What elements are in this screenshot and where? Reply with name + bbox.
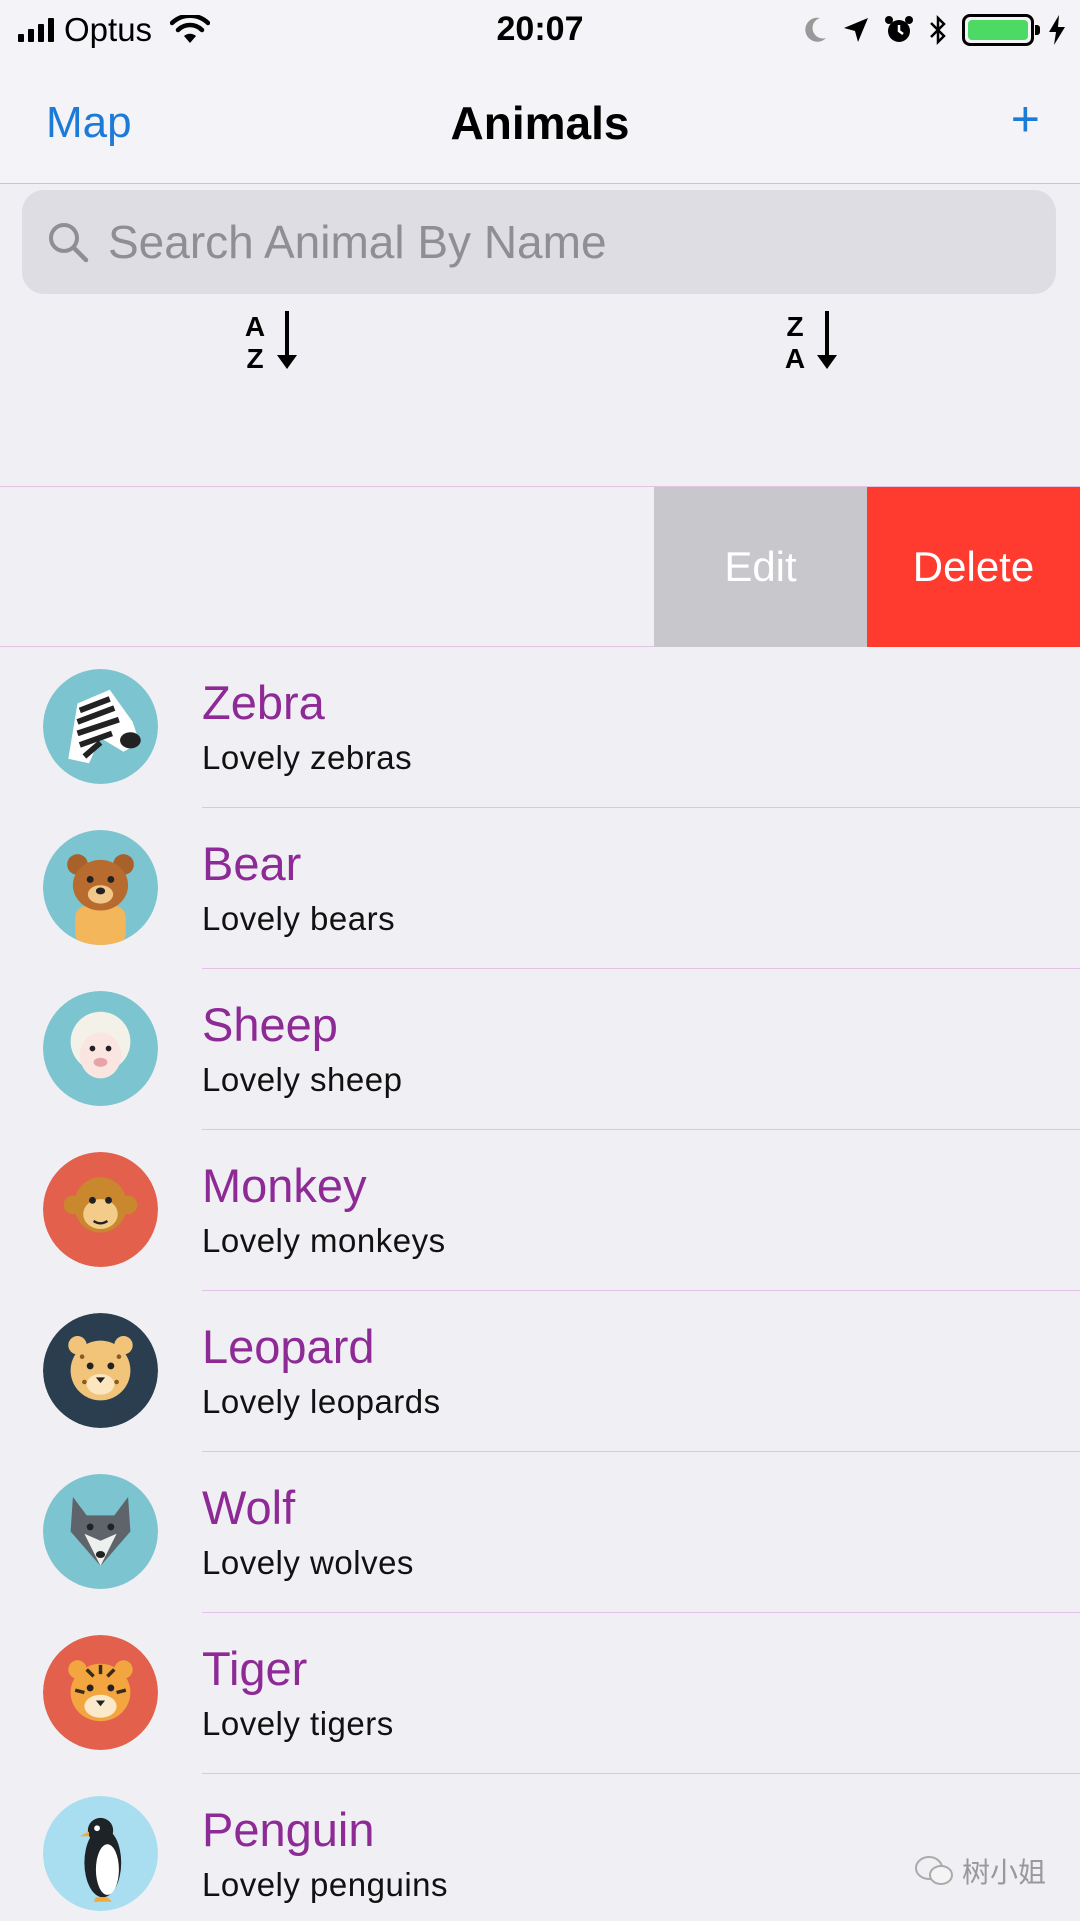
animal-description: Lovely wolves	[202, 1544, 414, 1581]
navigation-bar: Map Animals +	[0, 60, 1080, 184]
arrow-down-icon	[277, 311, 297, 369]
alarm-icon	[885, 16, 913, 42]
table-row[interactable]: Zebra Lovely zebras	[0, 647, 1080, 808]
animal-name: Leopard	[202, 1320, 375, 1373]
sheep-icon	[43, 991, 158, 1106]
animal-description: Lovely monkeys	[202, 1222, 446, 1259]
penguin-icon	[43, 1796, 158, 1911]
edit-button[interactable]: Edit	[654, 487, 867, 647]
search-bar[interactable]	[22, 190, 1056, 294]
table-row[interactable]: Leopard Lovely leopards	[0, 1291, 1080, 1452]
animal-description: Lovely leopards	[202, 1383, 441, 1420]
animal-name: Monkey	[202, 1159, 367, 1212]
table-row[interactable]: Monkey Lovely monkeys	[0, 1130, 1080, 1291]
tiger-icon	[43, 1635, 158, 1750]
animal-name: Bear	[202, 837, 302, 890]
table-row[interactable]: Tiger Lovely tigers	[0, 1613, 1080, 1774]
swiped-table-row[interactable]: Edit Delete	[0, 486, 1080, 647]
arrow-down-icon	[817, 311, 837, 369]
table-row[interactable]: Wolf Lovely wolves	[0, 1452, 1080, 1613]
bear-icon	[43, 830, 158, 945]
battery-icon	[962, 14, 1040, 46]
table-row[interactable]: Bear Lovely bears	[0, 808, 1080, 969]
leopard-icon	[43, 1313, 158, 1428]
moon-icon	[805, 17, 826, 42]
search-input[interactable]	[108, 215, 1008, 269]
animal-name: Wolf	[202, 1481, 296, 1534]
bluetooth-icon	[930, 14, 946, 46]
wechat-icon	[914, 1856, 953, 1885]
table-row[interactable]: Penguin Lovely penguins	[0, 1774, 1080, 1921]
animal-name: Penguin	[202, 1803, 375, 1856]
watermark: 树小姐	[914, 1851, 1046, 1891]
delete-button[interactable]: Delete	[867, 487, 1080, 647]
sort-z-a-top: Z	[786, 311, 804, 342]
sort-a-z-button[interactable]: A Z	[240, 305, 320, 377]
animal-description: Lovely sheep	[202, 1061, 403, 1098]
charging-bolt-icon	[1049, 15, 1065, 45]
animal-name: Tiger	[202, 1642, 308, 1695]
wolf-icon	[43, 1474, 158, 1589]
page-title: Animals	[450, 97, 630, 149]
sort-z-a-bottom: A	[784, 343, 806, 374]
watermark-text: 树小姐	[961, 1857, 1046, 1888]
status-bar: Optus 20:07	[0, 0, 1080, 60]
status-right	[802, 12, 1066, 48]
animal-description: Lovely penguins	[202, 1866, 449, 1903]
zebra-icon	[43, 669, 158, 784]
animal-description: Lovely zebras	[202, 739, 413, 776]
animal-name: Zebra	[202, 676, 325, 729]
sort-z-a-button[interactable]: Z A	[780, 305, 860, 377]
animal-name: Sheep	[202, 998, 338, 1051]
monkey-icon	[43, 1152, 158, 1267]
sort-z-a-letters: Z A	[780, 311, 810, 375]
animal-list: Zebra Lovely zebras Bear Lovely bears Sh…	[0, 647, 1080, 1921]
table-row[interactable]: Sheep Lovely sheep	[0, 969, 1080, 1130]
sort-a-z-top: A	[244, 311, 266, 342]
location-arrow-icon	[844, 18, 868, 42]
sort-a-z-letters: A Z	[240, 311, 270, 375]
animal-description: Lovely bears	[202, 900, 396, 937]
sort-a-z-bottom: Z	[246, 343, 264, 374]
animal-description: Lovely tigers	[202, 1705, 394, 1742]
search-icon	[49, 223, 89, 263]
add-button[interactable]: +	[1011, 94, 1040, 144]
